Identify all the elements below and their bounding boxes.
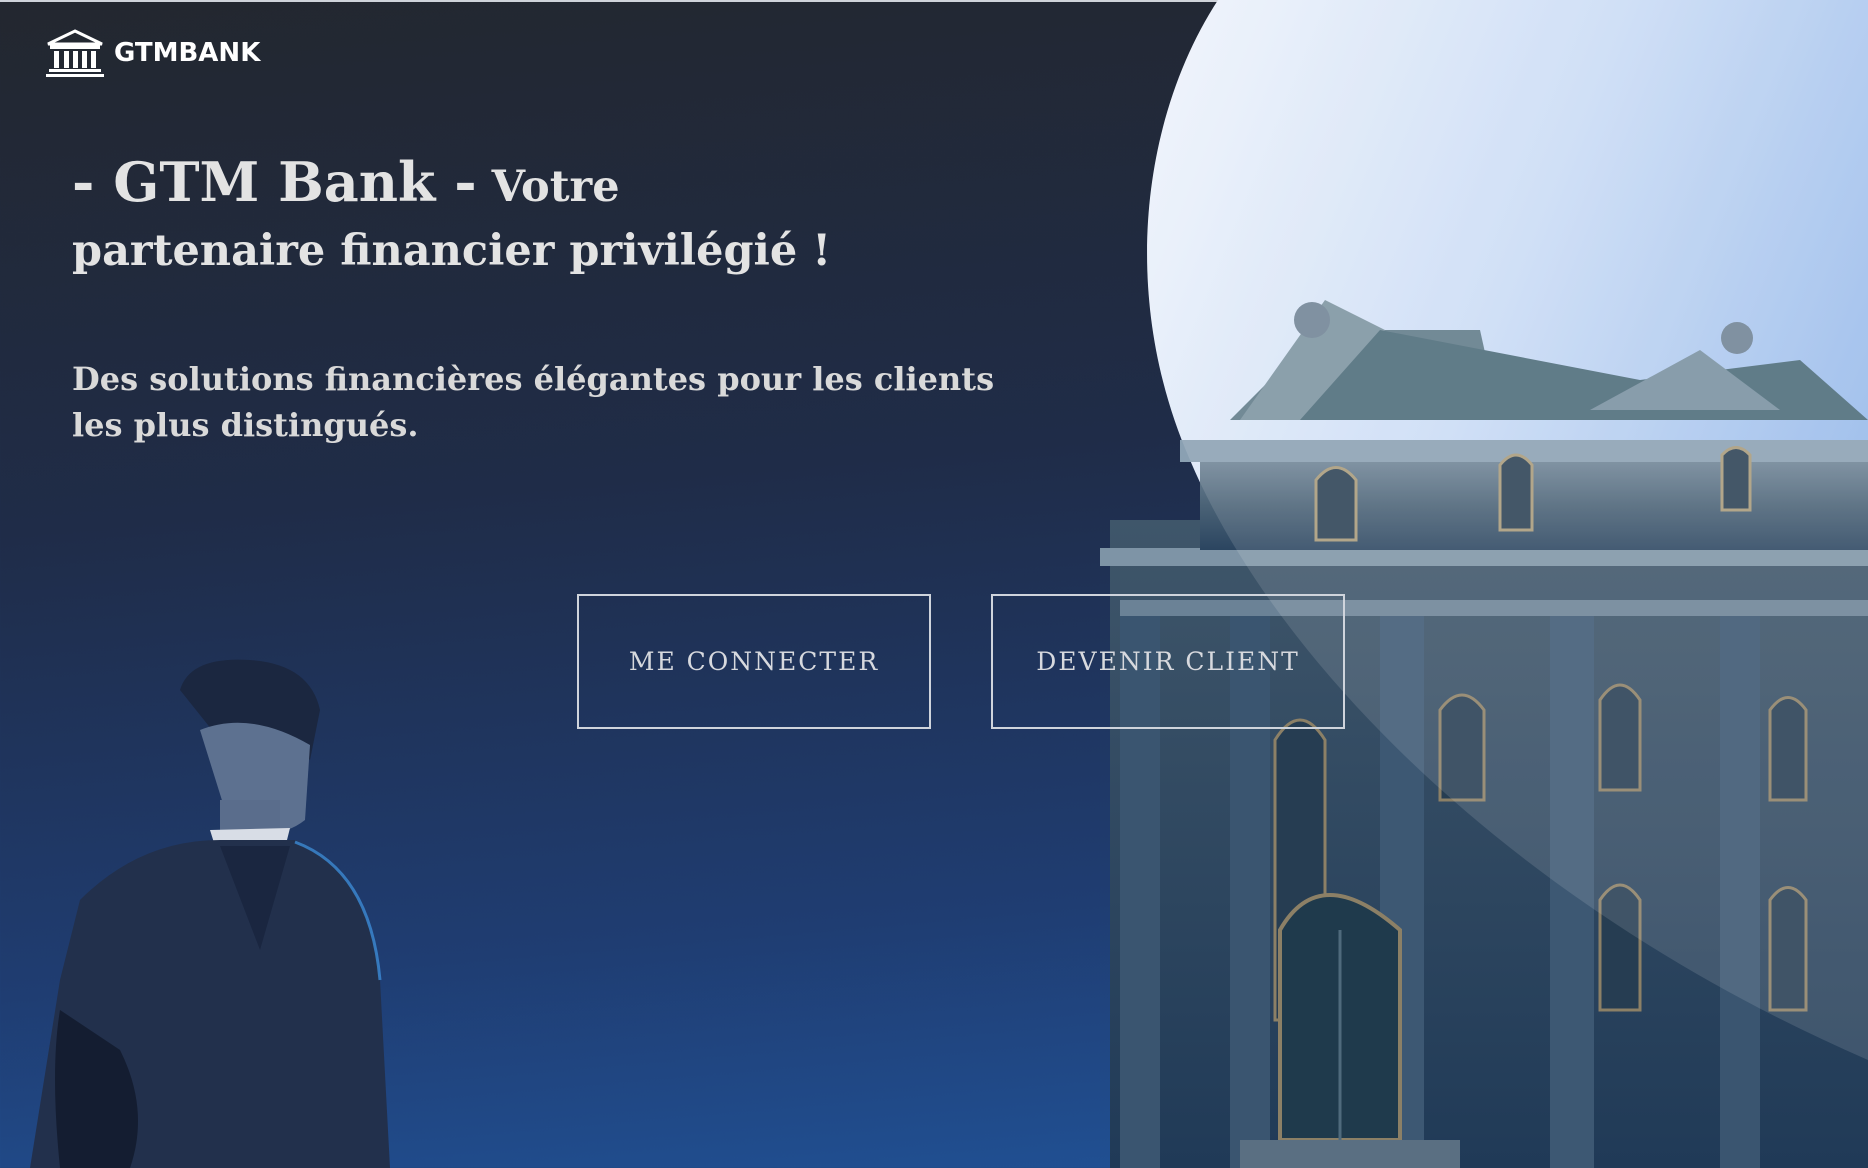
hero-title-brand: - GTM Bank - (72, 150, 477, 214)
hero-subtitle: Des solutions financières élégantes pour… (72, 360, 995, 444)
businessman-illustration (20, 650, 400, 1168)
logo-text: GTMBANK (114, 38, 261, 68)
logo[interactable]: GTMBANK (44, 28, 260, 78)
bank-building-image (1080, 0, 1868, 1168)
bank-building-icon (44, 28, 106, 78)
login-button[interactable]: ME CONNECTER (577, 594, 931, 729)
hero-title: - GTM Bank - Votre partenaire financier … (72, 150, 872, 283)
become-client-button[interactable]: DEVENIR CLIENT (991, 594, 1345, 729)
